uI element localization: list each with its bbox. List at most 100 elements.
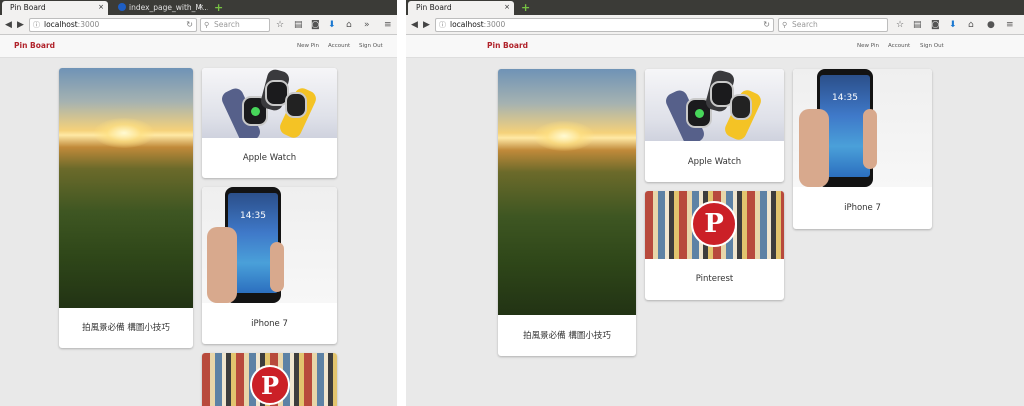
tab-pin-board[interactable]: Pin Board ×	[408, 1, 514, 15]
url-port: :3000	[483, 20, 506, 29]
nav-sign-out[interactable]: Sign Out	[920, 42, 944, 50]
pin-card[interactable]: P Pinterest	[645, 191, 784, 300]
pin-card[interactable]: P	[202, 353, 337, 406]
pin-image-landscape	[498, 69, 636, 315]
tab-bar: Pin Board × index_page_with_M… × +	[0, 0, 397, 15]
pin-caption: Apple Watch	[242, 153, 297, 163]
browser-window-left: Pin Board × index_page_with_M… × + ◀ ▶ ⓘ…	[0, 0, 397, 406]
hand	[207, 227, 237, 303]
forward-icon[interactable]: ▶	[423, 19, 430, 31]
pocket-icon[interactable]: ◙	[931, 19, 940, 31]
tab-index-page[interactable]: index_page_with_M… ×	[110, 1, 208, 15]
reload-icon[interactable]: ↻	[763, 19, 770, 31]
download-icon[interactable]: ⬇	[949, 19, 957, 31]
nav-new-pin[interactable]: New Pin	[297, 42, 319, 50]
info-icon[interactable]: ⓘ	[33, 19, 40, 31]
info-icon[interactable]: ⓘ	[439, 19, 446, 31]
tab-label: Pin Board	[10, 3, 46, 12]
phone-time: 14:35	[832, 93, 858, 103]
watch-app-icon	[251, 107, 260, 116]
new-tab-button[interactable]: +	[521, 2, 530, 13]
pin-image-iphone: 14:35	[202, 187, 337, 303]
pin-image-pinterest: P	[202, 353, 337, 406]
star-icon[interactable]: ☆	[276, 19, 284, 31]
thumb	[270, 242, 284, 292]
close-tab-icon[interactable]: ×	[98, 1, 104, 14]
brand-link[interactable]: Pin Board	[14, 41, 55, 51]
pinterest-letter: P	[704, 209, 724, 239]
search-icon: ⚲	[204, 21, 210, 29]
watch-face	[730, 94, 752, 120]
browser-toolbar: ◀ ▶ ⓘ localhost:3000 ↻ ⚲ Search ☆ ▤ ◙ ⬇ …	[406, 15, 1024, 35]
search-placeholder: Search	[214, 20, 240, 29]
tab-label: Pin Board	[416, 3, 452, 12]
browser-toolbar: ◀ ▶ ⓘ localhost:3000 ↻ ⚲ Search ☆ ▤ ◙ ⬇ …	[0, 15, 397, 35]
search-input[interactable]: ⚲ Search	[778, 18, 888, 32]
pinterest-logo-icon: P	[691, 201, 737, 247]
pin-card[interactable]: 拍風景必備 構圖小技巧	[59, 68, 193, 348]
pin-card[interactable]: 14:35 iPhone 7	[202, 187, 337, 344]
sun-glow	[94, 118, 154, 148]
app-navbar: Pin Board New Pin Account Sign Out	[0, 35, 397, 58]
overflow-icon[interactable]: »	[364, 19, 370, 31]
library-icon[interactable]: ▤	[294, 19, 303, 31]
browser-window-right: Pin Board × + ◀ ▶ ⓘ localhost:3000 ↻ ⚲ S…	[406, 0, 1024, 406]
star-icon[interactable]: ☆	[896, 19, 904, 31]
pin-caption: Pinterest	[695, 274, 734, 284]
pinterest-logo-icon: P	[250, 365, 290, 405]
pinterest-letter: P	[260, 371, 280, 400]
pin-image-watch	[645, 69, 784, 141]
reload-icon[interactable]: ↻	[186, 19, 193, 31]
pin-card[interactable]: Apple Watch	[202, 68, 337, 178]
menu-icon[interactable]: ≡	[1006, 19, 1014, 31]
brand-link[interactable]: Pin Board	[487, 41, 528, 51]
pin-image-iphone: 14:35	[793, 69, 932, 187]
new-tab-button[interactable]: +	[214, 2, 223, 13]
pin-caption: 拍風景必備 構圖小技巧	[523, 331, 611, 341]
watch-app-icon	[695, 109, 704, 118]
back-icon[interactable]: ◀	[5, 19, 12, 31]
library-icon[interactable]: ▤	[913, 19, 922, 31]
url-bar[interactable]: ⓘ localhost:3000 ↻	[29, 18, 197, 32]
hand	[799, 109, 829, 187]
close-tab-icon[interactable]: ×	[198, 1, 204, 14]
url-bar[interactable]: ⓘ localhost:3000 ↻	[435, 18, 774, 32]
app-navbar: Pin Board New Pin Account Sign Out	[406, 35, 1024, 58]
url-port: :3000	[77, 20, 100, 29]
menu-icon[interactable]: ≡	[384, 19, 392, 31]
pocket-icon[interactable]: ◙	[311, 19, 320, 31]
url-host: localhost	[450, 20, 484, 29]
thumb	[863, 109, 877, 169]
search-icon: ⚲	[782, 21, 788, 29]
phone-time: 14:35	[240, 211, 266, 221]
pin-card[interactable]: 14:35 iPhone 7	[793, 69, 932, 229]
sun-glow	[534, 121, 594, 151]
pin-image-landscape	[59, 68, 193, 308]
forward-icon[interactable]: ▶	[17, 19, 24, 31]
nav-sign-out[interactable]: Sign Out	[359, 42, 383, 50]
home-icon[interactable]: ⌂	[346, 19, 352, 31]
search-placeholder: Search	[792, 20, 818, 29]
pin-caption: Apple Watch	[687, 157, 742, 167]
close-tab-icon[interactable]: ×	[504, 1, 510, 14]
nav-account[interactable]: Account	[328, 42, 350, 50]
search-input[interactable]: ⚲ Search	[200, 18, 270, 32]
screenshot-divider	[397, 0, 406, 406]
nav-account[interactable]: Account	[888, 42, 910, 50]
download-icon[interactable]: ⬇	[328, 19, 336, 31]
favicon-icon	[118, 3, 126, 11]
pin-caption: iPhone 7	[844, 203, 881, 213]
tab-label: index_page_with_M…	[129, 3, 208, 12]
nav-new-pin[interactable]: New Pin	[857, 42, 879, 50]
url-host: localhost	[44, 20, 78, 29]
pin-caption: 拍風景必備 構圖小技巧	[82, 323, 170, 333]
back-icon[interactable]: ◀	[411, 19, 418, 31]
pin-image-pinterest: P	[645, 191, 784, 259]
tab-pin-board[interactable]: Pin Board ×	[2, 1, 108, 15]
home-icon[interactable]: ⌂	[968, 19, 974, 31]
pin-caption: iPhone 7	[251, 319, 288, 329]
pin-card[interactable]: Apple Watch	[645, 69, 784, 182]
pin-image-watch	[202, 68, 337, 138]
pin-card[interactable]: 拍風景必備 構圖小技巧	[498, 69, 636, 356]
chat-icon[interactable]: ●	[987, 19, 995, 31]
